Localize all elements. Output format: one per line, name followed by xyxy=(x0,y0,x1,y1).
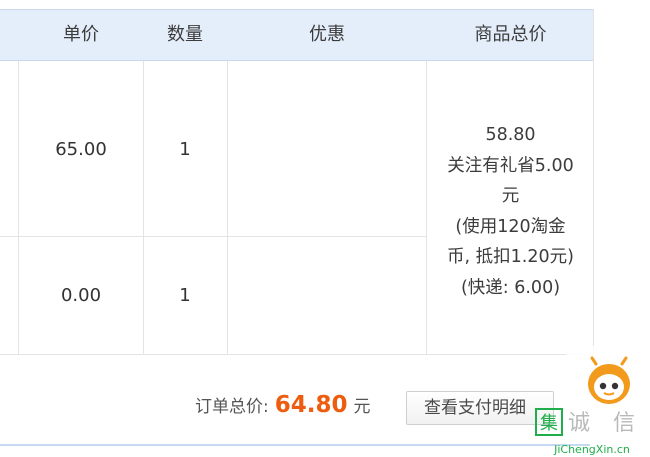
watermark-logo-icon: 集 诚 信 JiChengXin.cn xyxy=(535,346,650,456)
order-total-amount: 64.80 xyxy=(274,392,348,418)
header-discount: 优惠 xyxy=(309,24,345,45)
grid-line xyxy=(227,61,228,354)
subtotal-coin-deduction: 币, 抵扣1.20元) xyxy=(447,247,574,267)
row2-quantity: 1 xyxy=(179,285,191,306)
header-subtotal: 商品总价 xyxy=(474,24,547,45)
row1-quantity: 1 xyxy=(179,139,191,160)
order-total-unit: 元 xyxy=(353,397,371,417)
row-divider xyxy=(0,236,427,237)
row2-unit-price: 0.00 xyxy=(60,285,102,306)
subtotal-coin-note: (使用120淘金 xyxy=(455,216,566,237)
svg-text:JiChengXin.cn: JiChengXin.cn xyxy=(553,443,630,456)
grid-line xyxy=(143,61,144,354)
subtotal-amount: 58.80 xyxy=(485,125,536,145)
order-details-panel: 单价 数量 优惠 商品总价 65.00 1 0.00 1 58.80 关注有礼省… xyxy=(0,0,650,457)
subtotal-shipping: (快递: 6.00) xyxy=(460,277,561,298)
header-quantity: 数量 xyxy=(167,24,203,45)
order-total-label: 订单总价: xyxy=(195,397,269,417)
subtotal-promo-note: 关注有礼省5.00 xyxy=(447,155,574,176)
svg-text:集: 集 xyxy=(540,413,558,434)
site-watermark: 集 诚 信 JiChengXin.cn xyxy=(532,346,650,457)
row1-unit-price: 65.00 xyxy=(55,139,107,160)
table-header: 单价 数量 优惠 商品总价 xyxy=(0,9,594,61)
svg-text:诚: 诚 xyxy=(568,411,590,436)
table-bottom-border xyxy=(0,354,594,355)
subtotal-cell: 58.80 关注有礼省5.00 元 (使用120淘金 币, 抵扣1.20元) (… xyxy=(427,120,594,303)
svg-text:信: 信 xyxy=(613,411,635,436)
subtotal-promo-unit: 元 xyxy=(501,186,520,206)
header-unit-price: 单价 xyxy=(63,24,99,45)
order-total: 订单总价: 64.80 元 xyxy=(195,392,371,428)
section-divider xyxy=(0,444,590,446)
grid-line xyxy=(18,61,19,354)
